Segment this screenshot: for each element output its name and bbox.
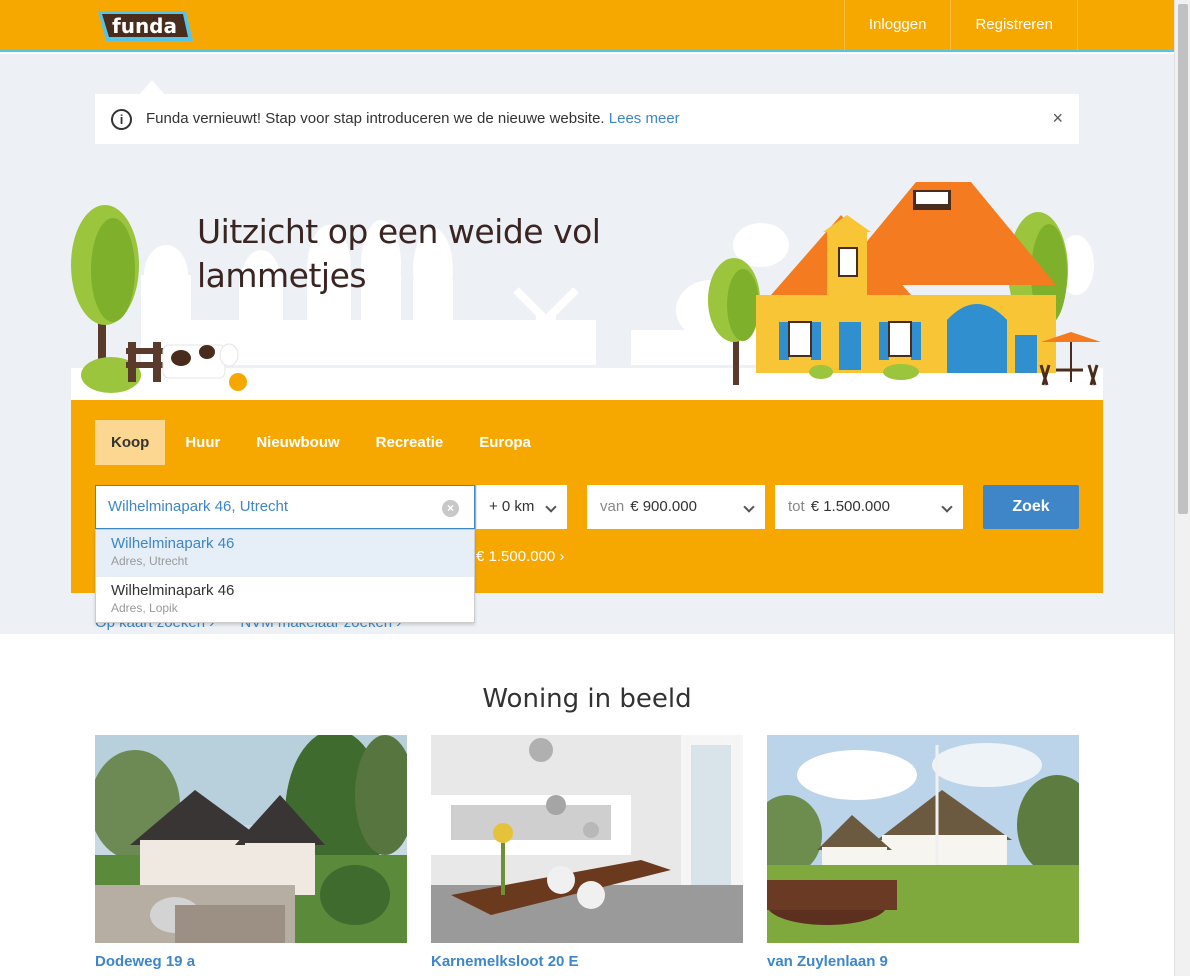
tab-recreatie[interactable]: Recreatie [360,420,460,465]
property-caption[interactable]: van Zuylenlaan 9 [767,953,1079,970]
location-search-input[interactable]: Wilhelminapark 46, Utrecht [95,485,475,529]
autocomplete-item[interactable]: Wilhelminapark 46 Adres, Utrecht [96,530,474,577]
section-title: Woning in beeld [482,684,692,714]
price-from-value: € 900.000 [630,498,697,515]
read-more-link[interactable]: Lees meer [609,110,680,127]
price-from-label: van [600,498,625,515]
radius-value: + 0 km [489,498,535,515]
tab-nieuwbouw[interactable]: Nieuwbouw [240,420,355,465]
funda-logo[interactable]: funda [96,9,194,43]
radius-select[interactable]: + 0 km [476,485,567,529]
search-tabs: Koop Huur Nieuwbouw Recreatie Europa [95,420,551,465]
register-link[interactable]: Registreren [950,0,1078,50]
autocomplete-item[interactable]: Wilhelminapark 46 Adres, Lopik [96,577,474,624]
top-bar: funda Inloggen Registreren [0,0,1174,52]
info-icon: i [111,109,132,130]
chevron-down-icon [941,501,953,513]
autocomplete-subtitle: Adres, Utrecht [111,554,188,568]
property-card[interactable]: Karnemelksloot 20 E [431,735,743,970]
price-from-select[interactable]: van € 900.000 [587,485,765,529]
announcement-notice: i Funda vernieuwt! Stap voor stap introd… [95,94,1079,144]
property-photo[interactable] [431,735,743,943]
price-to-select[interactable]: tot € 1.500.000 [775,485,963,529]
tab-huur[interactable]: Huur [169,420,236,465]
price-to-label: tot [788,498,805,515]
svg-text:funda: funda [112,14,177,38]
scrollbar-thumb[interactable] [1178,4,1188,514]
property-card[interactable]: Dodeweg 19 a [95,735,407,970]
last-search-link[interactable]: € 1.500.000 › [476,548,564,565]
autocomplete-dropdown: Wilhelminapark 46 Adres, Utrecht Wilhelm… [95,529,475,623]
property-caption[interactable]: Dodeweg 19 a [95,953,407,970]
close-icon[interactable]: × [1052,108,1063,129]
property-photo[interactable] [767,735,1079,943]
price-to-value: € 1.500.000 [810,498,890,515]
notice-message: Funda vernieuwt! Stap voor stap introduc… [146,110,605,127]
property-caption[interactable]: Karnemelksloot 20 E [431,953,743,970]
property-photo[interactable] [95,735,407,943]
autocomplete-title: Wilhelminapark 46 [111,582,235,599]
hero-title: Uitzicht op een weide vol lammetjes [197,212,601,295]
top-nav: Inloggen Registreren [843,0,1078,52]
clear-input-icon[interactable]: × [442,500,459,517]
search-submit-button[interactable]: Zoek [983,485,1079,529]
tab-koop[interactable]: Koop [95,420,166,465]
notice-caret [140,80,164,94]
login-link[interactable]: Inloggen [843,0,951,50]
autocomplete-title: Wilhelminapark 46 [111,535,235,552]
autocomplete-subtitle: Adres, Lopik [111,601,178,615]
chevron-down-icon [743,501,755,513]
page-scrollbar[interactable] [1174,0,1190,976]
tab-europa[interactable]: Europa [463,420,547,465]
property-card[interactable]: van Zuylenlaan 9 [767,735,1079,970]
notice-text: Funda vernieuwt! Stap voor stap introduc… [146,110,680,127]
chevron-down-icon [545,501,557,513]
